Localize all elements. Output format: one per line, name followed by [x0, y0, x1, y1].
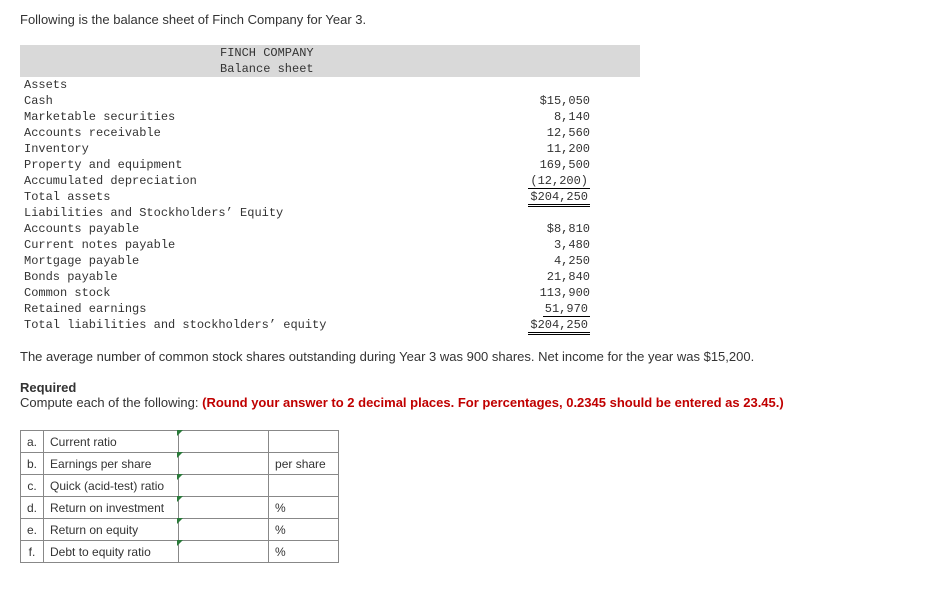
- asset-row-value: $15,050: [460, 93, 640, 109]
- liab-row-value: 4,250: [460, 253, 640, 269]
- debt-equity-input[interactable]: [185, 545, 262, 559]
- answer-letter: e.: [21, 519, 44, 541]
- liab-row-value: 113,900: [460, 285, 640, 301]
- asset-row-value: 12,560: [460, 125, 640, 141]
- roi-input[interactable]: [185, 501, 262, 515]
- liab-row-value: $8,810: [460, 221, 640, 237]
- asset-row-label: Cash: [20, 93, 460, 109]
- asset-row-value: 8,140: [460, 109, 640, 125]
- answer-label: Debt to equity ratio: [44, 541, 179, 563]
- total-assets-value: $204,250: [460, 189, 640, 205]
- answer-input-cell[interactable]: [179, 475, 269, 497]
- asset-row-value: 11,200: [460, 141, 640, 157]
- balance-sheet-table: FINCH COMPANY Balance sheet Assets Cash$…: [20, 45, 640, 333]
- answer-unit: %: [269, 541, 339, 563]
- liab-section-header: Liabilities and Stockholders’ Equity: [20, 205, 460, 221]
- answer-row: d. Return on investment %: [21, 497, 339, 519]
- answer-row: c. Quick (acid-test) ratio: [21, 475, 339, 497]
- answer-unit: [269, 475, 339, 497]
- total-assets-label: Total assets: [20, 189, 460, 205]
- answer-letter: a.: [21, 431, 44, 453]
- intro-text: Following is the balance sheet of Finch …: [20, 12, 918, 27]
- asset-row-label: Accounts receivable: [20, 125, 460, 141]
- total-liab-value: $204,250: [460, 317, 640, 333]
- answer-row: b. Earnings per share per share: [21, 453, 339, 475]
- liab-row-value: 21,840: [460, 269, 640, 285]
- company-name: FINCH COMPANY: [20, 45, 640, 61]
- total-liab-label: Total liabilities and stockholders’ equi…: [20, 317, 460, 333]
- asset-row-label: Inventory: [20, 141, 460, 157]
- rounding-note: (Round your answer to 2 decimal places. …: [202, 395, 784, 410]
- liab-row-label: Bonds payable: [20, 269, 460, 285]
- eps-input[interactable]: [185, 457, 262, 471]
- answer-unit: %: [269, 497, 339, 519]
- asset-row-label: Accumulated depreciation: [20, 173, 460, 189]
- liab-row-label: Common stock: [20, 285, 460, 301]
- asset-row-value: (12,200): [460, 173, 640, 189]
- additional-info-text: The average number of common stock share…: [20, 349, 918, 364]
- required-instructions: Compute each of the following: (Round yo…: [20, 395, 918, 410]
- current-ratio-input[interactable]: [185, 435, 262, 449]
- answer-row: f. Debt to equity ratio %: [21, 541, 339, 563]
- liab-row-label: Current notes payable: [20, 237, 460, 253]
- answer-input-cell[interactable]: [179, 497, 269, 519]
- answer-input-cell[interactable]: [179, 541, 269, 563]
- asset-row-value: 169,500: [460, 157, 640, 173]
- liab-row-label: Retained earnings: [20, 301, 460, 317]
- sheet-title: Balance sheet: [20, 61, 640, 77]
- assets-section-header: Assets: [20, 77, 460, 93]
- answer-row: a. Current ratio: [21, 431, 339, 453]
- liab-row-label: Accounts payable: [20, 221, 460, 237]
- answer-letter: d.: [21, 497, 44, 519]
- answer-row: e. Return on equity %: [21, 519, 339, 541]
- quick-ratio-input[interactable]: [185, 479, 262, 493]
- asset-row-label: Marketable securities: [20, 109, 460, 125]
- answer-label: Quick (acid-test) ratio: [44, 475, 179, 497]
- liab-row-value: 3,480: [460, 237, 640, 253]
- answer-letter: b.: [21, 453, 44, 475]
- answer-label: Return on investment: [44, 497, 179, 519]
- answer-table: a. Current ratio b. Earnings per share p…: [20, 430, 339, 563]
- answer-input-cell[interactable]: [179, 453, 269, 475]
- answer-unit: per share: [269, 453, 339, 475]
- roe-input[interactable]: [185, 523, 262, 537]
- liab-row-value: 51,970: [460, 301, 640, 317]
- answer-label: Earnings per share: [44, 453, 179, 475]
- answer-label: Return on equity: [44, 519, 179, 541]
- liab-row-label: Mortgage payable: [20, 253, 460, 269]
- asset-row-label: Property and equipment: [20, 157, 460, 173]
- required-label: Required: [20, 380, 918, 395]
- answer-input-cell[interactable]: [179, 431, 269, 453]
- answer-letter: c.: [21, 475, 44, 497]
- answer-input-cell[interactable]: [179, 519, 269, 541]
- answer-unit: [269, 431, 339, 453]
- answer-label: Current ratio: [44, 431, 179, 453]
- answer-unit: %: [269, 519, 339, 541]
- answer-letter: f.: [21, 541, 44, 563]
